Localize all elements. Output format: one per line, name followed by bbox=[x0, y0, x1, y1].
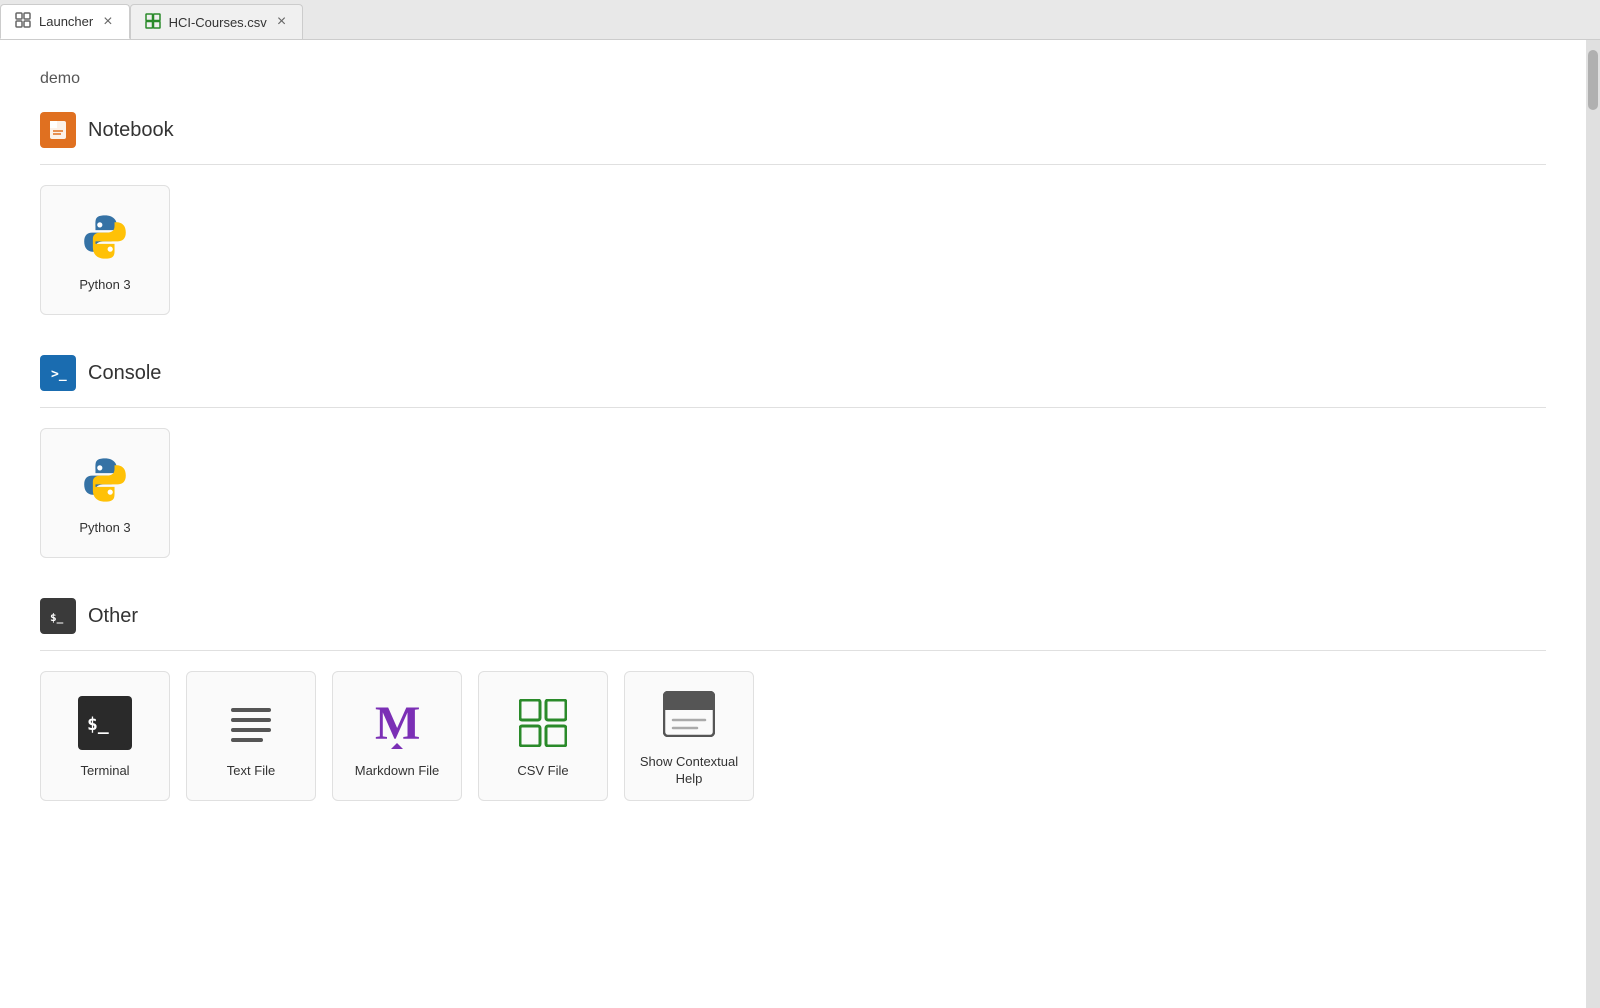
python3-console-label: Python 3 bbox=[79, 520, 130, 537]
text-file-card[interactable]: Text File bbox=[186, 671, 316, 801]
show-contextual-help-label: Show Contextual Help bbox=[625, 754, 753, 788]
main-container: demo Notebook bbox=[0, 40, 1600, 1008]
console-section-title: Console bbox=[88, 362, 161, 385]
show-contextual-help-icon bbox=[659, 684, 719, 744]
notebook-section-icon bbox=[40, 112, 76, 148]
python3-notebook-icon bbox=[75, 207, 135, 267]
other-section-icon: $_ bbox=[40, 598, 76, 634]
other-cards: $_ Terminal Text File bbox=[40, 671, 1546, 801]
csv-tab-icon bbox=[145, 13, 161, 32]
markdown-file-label: Markdown File bbox=[355, 763, 440, 780]
csv-file-card-icon bbox=[513, 693, 573, 753]
markdown-file-card[interactable]: M Markdown File bbox=[332, 671, 462, 801]
tab-launcher[interactable]: Launcher × bbox=[0, 4, 130, 39]
tab-hci-courses[interactable]: HCI-Courses.csv × bbox=[130, 4, 304, 39]
svg-text:>_: >_ bbox=[51, 367, 67, 382]
csv-file-card[interactable]: CSV File bbox=[478, 671, 608, 801]
scrollbar-track[interactable] bbox=[1586, 40, 1600, 1008]
csv-file-label: CSV File bbox=[517, 763, 568, 780]
show-contextual-help-card[interactable]: Show Contextual Help bbox=[624, 671, 754, 801]
python3-console-card[interactable]: Python 3 bbox=[40, 428, 170, 558]
svg-text:$_: $_ bbox=[87, 714, 109, 735]
svg-text:M: M bbox=[375, 697, 420, 749]
python3-console-icon bbox=[75, 450, 135, 510]
tab-launcher-close[interactable]: × bbox=[101, 13, 114, 31]
svg-text:$_: $_ bbox=[50, 611, 64, 624]
tab-hci-courses-label: HCI-Courses.csv bbox=[169, 15, 267, 30]
other-divider bbox=[40, 650, 1546, 651]
terminal-card-icon: $_ bbox=[75, 693, 135, 753]
directory-label: demo bbox=[40, 70, 1546, 88]
notebook-divider bbox=[40, 164, 1546, 165]
terminal-label: Terminal bbox=[80, 763, 129, 780]
tab-bar: Launcher × HCI-Courses.csv × bbox=[0, 0, 1600, 40]
tab-hci-courses-close[interactable]: × bbox=[275, 13, 288, 31]
other-section-title: Other bbox=[88, 605, 138, 628]
console-divider bbox=[40, 407, 1546, 408]
tab-launcher-label: Launcher bbox=[39, 14, 93, 29]
text-file-label: Text File bbox=[227, 763, 275, 780]
notebook-cards: Python 3 bbox=[40, 185, 1546, 315]
launcher-tab-icon bbox=[15, 12, 31, 31]
console-section-header: >_ Console bbox=[40, 355, 1546, 391]
python3-notebook-card[interactable]: Python 3 bbox=[40, 185, 170, 315]
text-file-icon bbox=[221, 693, 281, 753]
notebook-section-title: Notebook bbox=[88, 119, 174, 142]
markdown-file-icon: M bbox=[367, 693, 427, 753]
python3-notebook-label: Python 3 bbox=[79, 277, 130, 294]
other-section-header: $_ Other bbox=[40, 598, 1546, 634]
content-area: demo Notebook bbox=[0, 40, 1586, 1008]
console-cards: Python 3 bbox=[40, 428, 1546, 558]
terminal-card[interactable]: $_ Terminal bbox=[40, 671, 170, 801]
notebook-section-header: Notebook bbox=[40, 112, 1546, 148]
scrollbar-thumb[interactable] bbox=[1588, 50, 1598, 110]
console-section-icon: >_ bbox=[40, 355, 76, 391]
